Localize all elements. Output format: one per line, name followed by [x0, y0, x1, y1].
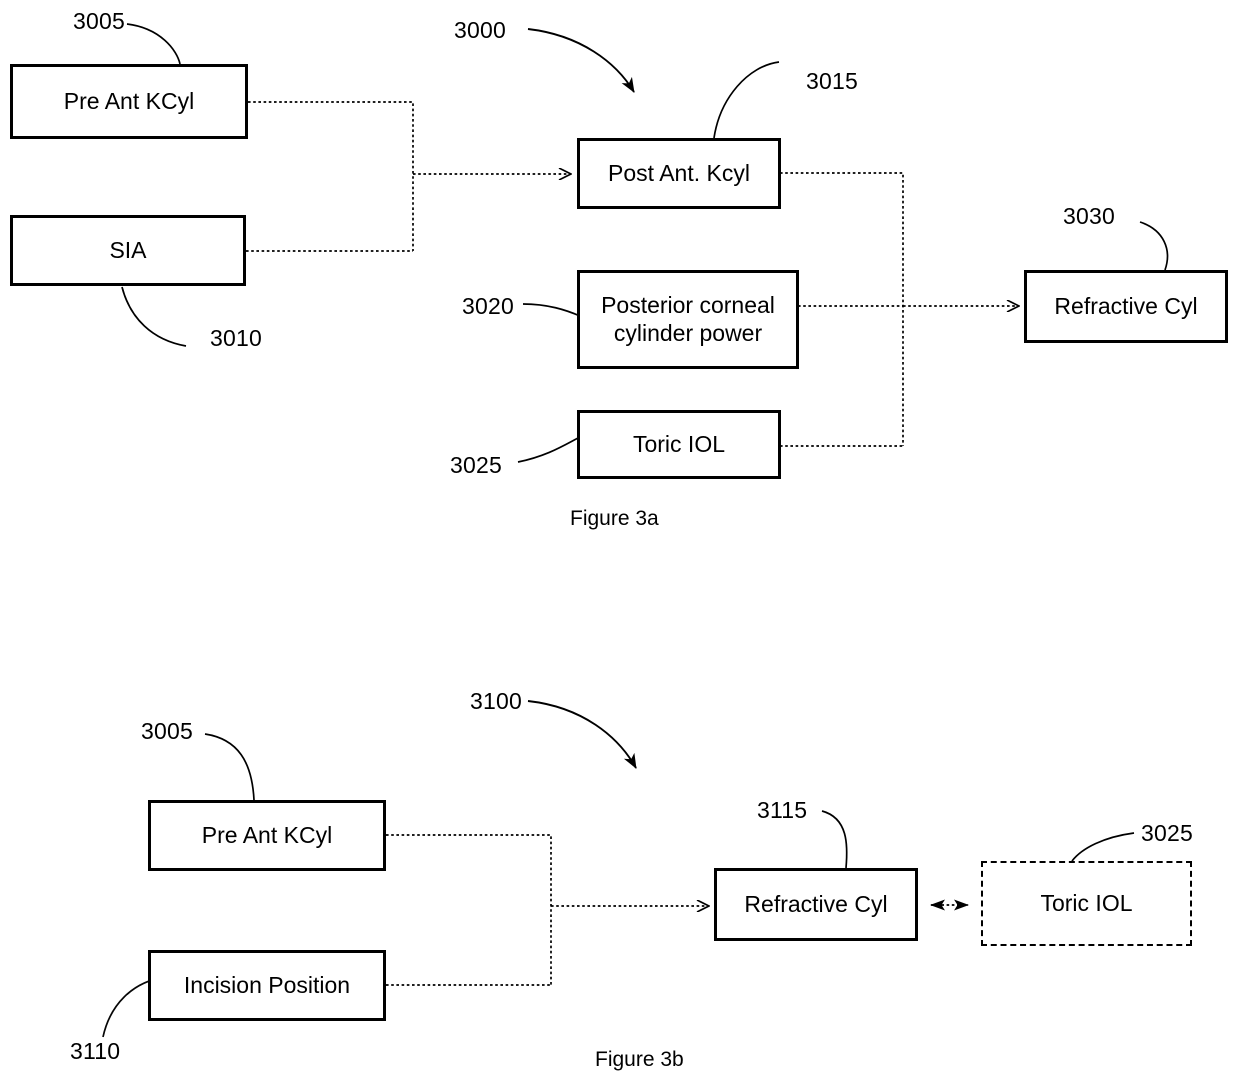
ref-3005-fig3b: 3005 — [141, 718, 193, 744]
ref-3005-fig3a: 3005 — [73, 8, 125, 34]
ref-3010-fig3a: 3010 — [210, 325, 262, 351]
node-refractive-cyl-fig3b[interactable]: Refractive Cyl — [714, 868, 918, 941]
ref-3030-fig3a: 3030 — [1063, 203, 1115, 229]
node-toric-iol-fig3b[interactable]: Toric IOL — [981, 861, 1192, 946]
fig3a-leader-3010 — [121, 286, 187, 347]
node-sia[interactable]: SIA — [10, 215, 246, 286]
fig3a-leader-3005 — [126, 23, 181, 65]
node-label: Post Ant. Kcyl — [608, 159, 750, 186]
ref-3020-fig3a: 3020 — [462, 293, 514, 319]
fig3b-leader-3115 — [821, 810, 848, 869]
figure-page: Pre Ant KCyl SIA Post Ant. Kcyl Posterio… — [0, 0, 1240, 1092]
ref-3015-fig3a: 3015 — [806, 68, 858, 94]
ref-3110-fig3b: 3110 — [70, 1038, 121, 1064]
node-label: Refractive Cyl — [744, 890, 888, 917]
fig3a-connector-pre-ant-kcyl-to-junction — [248, 101, 414, 251]
fig3b-leader-3005 — [204, 733, 255, 801]
node-toric-iol[interactable]: Toric IOL — [577, 410, 781, 479]
node-pre-ant-kcyl-fig3b[interactable]: Pre Ant KCyl — [148, 800, 386, 871]
node-refractive-cyl[interactable]: Refractive Cyl — [1024, 270, 1228, 343]
ref-3000-fig3a: 3000 — [454, 17, 506, 43]
fig3b-leader-3100 — [527, 700, 637, 769]
caption-figure-3b: Figure 3b — [595, 1048, 684, 1071]
caption-figure-3a: Figure 3a — [570, 507, 659, 530]
node-label: Toric IOL — [632, 430, 726, 457]
node-incision-position[interactable]: Incision Position — [148, 950, 386, 1021]
fig3a-leader-3000 — [527, 28, 635, 93]
node-post-ant-kcyl[interactable]: Post Ant. Kcyl — [577, 138, 781, 209]
ref-3100-fig3b: 3100 — [470, 688, 522, 714]
fig3a-leader-3020 — [522, 303, 581, 317]
fig3b-connector-pre-ant-kcyl-to-junction — [386, 834, 552, 985]
node-label-line-1: Posterior corneal — [601, 292, 775, 319]
ref-3025-fig3a: 3025 — [450, 452, 502, 478]
node-label: SIA — [109, 236, 147, 263]
node-label: Toric IOL — [1040, 889, 1133, 916]
fig3b-leader-3025b — [1071, 832, 1135, 862]
node-label-line-2: cylinder power — [613, 319, 763, 346]
fig3a-leader-3025 — [517, 436, 581, 463]
node-label: Pre Ant KCyl — [201, 821, 333, 848]
node-posterior-corneal-cylinder-power[interactable]: Posterior corneal cylinder power — [577, 270, 799, 369]
node-label: Incision Position — [183, 971, 351, 998]
ref-3025-fig3b: 3025 — [1141, 820, 1193, 846]
fig3a-leader-3015 — [713, 61, 780, 139]
ref-3115-fig3b: 3115 — [757, 797, 808, 823]
node-pre-ant-kcyl[interactable]: Pre Ant KCyl — [10, 64, 248, 139]
fig3a-leader-3030 — [1139, 221, 1169, 271]
node-label: Refractive Cyl — [1054, 292, 1198, 319]
node-label: Pre Ant KCyl — [63, 87, 195, 114]
